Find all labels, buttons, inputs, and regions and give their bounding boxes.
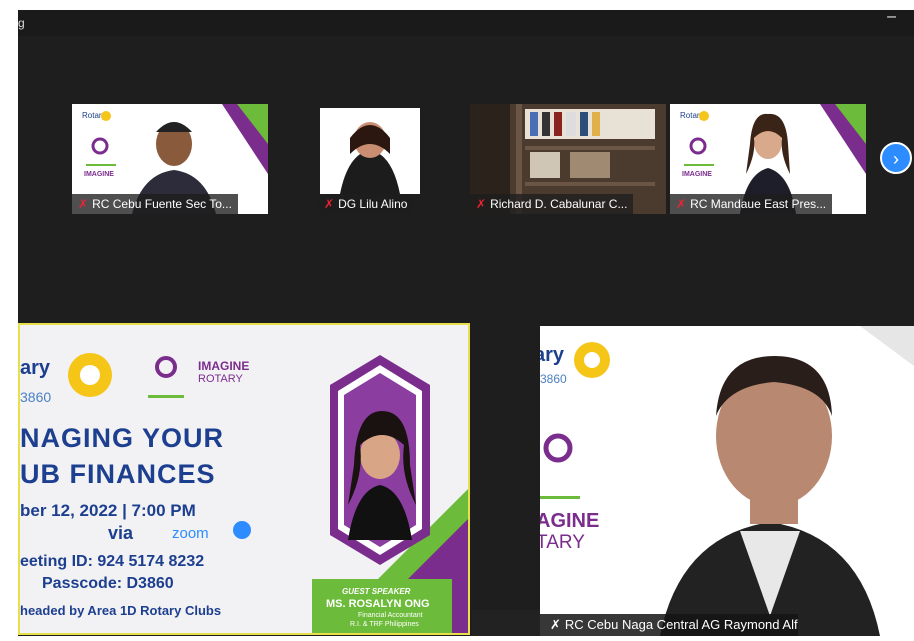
poster-guest-name: MS. ROSALYN ONG xyxy=(326,598,430,610)
poster-zoom-logo: zoom xyxy=(172,525,209,542)
svg-text:IMAGINE: IMAGINE xyxy=(84,171,114,178)
mic-muted-icon: ✗ xyxy=(476,197,487,211)
speaker-bar-left xyxy=(472,610,540,636)
poster-rotary: ROTARY xyxy=(198,373,243,385)
poster-via: via xyxy=(108,523,134,543)
speaker-name-label: ✗RC Cebu Naga Central AG Raymond Alfar. … xyxy=(540,614,798,636)
next-page-button[interactable]: › xyxy=(880,142,912,174)
zoom-window: g – Rotary IMAGINE ✗ RC Cebu Fuente Sec T… xyxy=(0,0,914,641)
shared-screen: ary 3860 IMAGINE ROTARY NAGING YOUR UB F… xyxy=(18,323,470,635)
participant-name: ✗ Richard D. Cabalunar C... xyxy=(470,194,634,214)
poster-logo-text: ary xyxy=(20,357,51,379)
speaker-bg-club-code: 3860 xyxy=(540,372,567,386)
poster-meeting-id: eeting ID: 924 5174 8232 xyxy=(20,553,205,570)
chevron-right-icon: › xyxy=(893,149,899,169)
poster-guest-label: GUEST SPEAKER xyxy=(342,587,411,596)
poster-date: ber 12, 2022 | 7:00 PM xyxy=(20,501,196,520)
poster-guest-title-2: R.I. & TRF Philippines xyxy=(350,621,419,628)
svg-text:IMAGINE: IMAGINE xyxy=(682,171,712,178)
poster-headline-1: NAGING YOUR xyxy=(20,423,225,453)
participant-tile[interactable]: ✗ DG Lilu Alino xyxy=(318,104,468,214)
mic-muted-icon: ✗ xyxy=(676,197,687,211)
poster-passcode: Passcode: D3860 xyxy=(42,575,174,592)
speaker-video-feed xyxy=(540,326,914,636)
participant-tile[interactable]: Rotary IMAGINE ✗ RC Cebu Fuente Sec To... xyxy=(72,104,268,214)
active-speaker-video[interactable]: ary 3860 AGINE TARY ✗RC Cebu Naga Centra… xyxy=(540,326,914,636)
left-edge xyxy=(0,0,18,641)
title-bar: g – xyxy=(18,8,914,36)
poster-spearheaded: headed by Area 1D Rotary Clubs xyxy=(20,603,222,618)
poster-guest-title-1: Financial Accountant xyxy=(358,612,423,619)
minimize-button[interactable]: – xyxy=(887,8,896,26)
participant-tile[interactable]: Rotary IMAGINE ✗ RC Mandaue East Pres... xyxy=(670,104,866,214)
poster-club-code: 3860 xyxy=(20,389,52,405)
poster-headline-2: UB FINANCES xyxy=(20,459,216,489)
poster-imagine: IMAGINE xyxy=(198,359,250,373)
mic-muted-icon: ✗ xyxy=(78,197,89,211)
participant-tile[interactable]: ✗ Richard D. Cabalunar C... xyxy=(470,104,666,214)
speaker-bg-rotary: TARY xyxy=(540,532,585,553)
participant-name: ✗ DG Lilu Alino xyxy=(318,194,414,214)
mic-muted-icon: ✗ xyxy=(324,197,335,211)
participant-name: ✗ RC Cebu Fuente Sec To... xyxy=(72,194,238,214)
mic-muted-icon: ✗ xyxy=(550,617,561,632)
speaker-bg-logo-text: ary xyxy=(540,344,565,366)
participant-name: ✗ RC Mandaue East Pres... xyxy=(670,194,833,214)
window-title: g xyxy=(18,16,25,30)
speaker-bg-imagine: AGINE xyxy=(540,510,600,532)
